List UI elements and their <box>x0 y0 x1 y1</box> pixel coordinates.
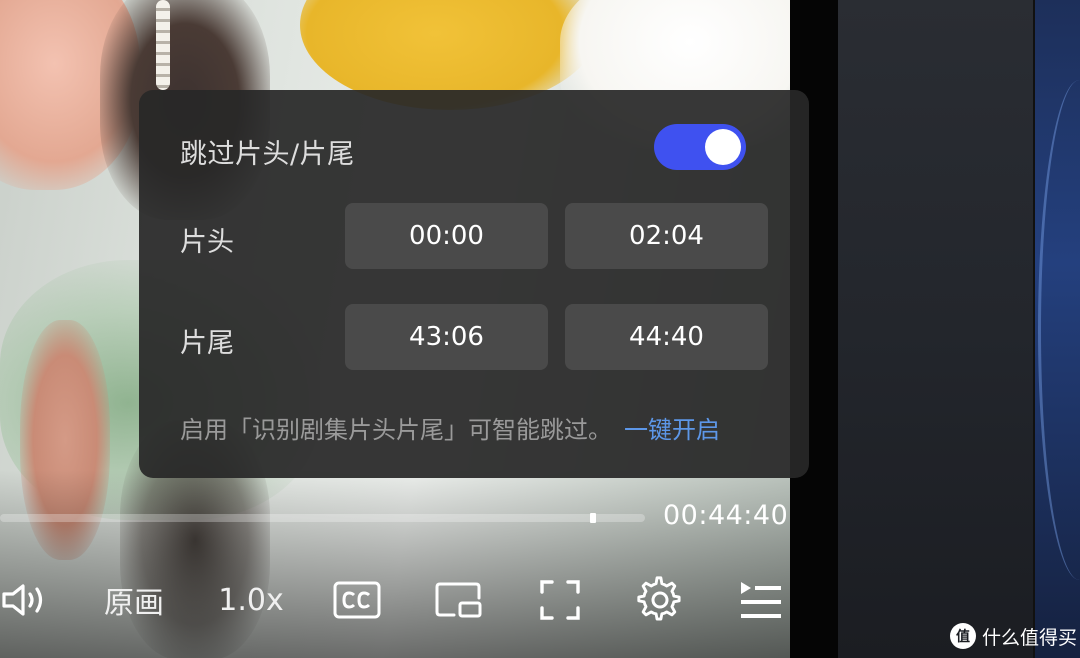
skip-panel-title: 跳过片头/片尾 <box>180 139 355 170</box>
cc-icon <box>333 581 381 619</box>
enable-detection-link[interactable]: 一键开启 <box>624 416 720 444</box>
total-duration: 00:44:40 <box>663 500 789 531</box>
toggle-knob <box>705 129 741 165</box>
playlist-button[interactable] <box>736 576 784 624</box>
fullscreen-button[interactable] <box>535 576 585 624</box>
volume-button[interactable] <box>0 576 52 624</box>
watermark: 值 什么值得买 <box>950 621 1077 651</box>
picture-in-picture-icon <box>435 582 482 618</box>
speed-button[interactable]: 1.0x <box>214 576 288 624</box>
playlist-icon <box>741 582 781 618</box>
gear-icon <box>637 576 681 621</box>
intro-label: 片头 <box>180 227 234 258</box>
controls-gradient <box>0 470 790 658</box>
outro-start-input[interactable]: 43:06 <box>345 304 548 370</box>
settings-button[interactable] <box>633 576 687 624</box>
subtitle-button[interactable] <box>331 576 383 624</box>
outro-label: 片尾 <box>180 328 234 359</box>
skip-hint-text: 启用「识别剧集片头片尾」可智能跳过。 <box>180 416 612 444</box>
progress-marker[interactable] <box>590 513 597 523</box>
quality-button[interactable]: 原画 <box>96 576 172 624</box>
video-scene-pearls <box>156 0 170 90</box>
outro-end-input[interactable]: 44:40 <box>565 304 768 370</box>
skip-intro-outro-panel: 跳过片头/片尾 片头 00:00 02:04 片尾 43:06 44:40 启用… <box>139 90 809 478</box>
side-background <box>838 0 1080 658</box>
progress-bar[interactable] <box>0 513 645 523</box>
skip-toggle-switch[interactable] <box>654 124 746 170</box>
quality-label: 原画 <box>104 586 164 621</box>
watermark-logo: 值 <box>950 623 976 649</box>
intro-start-input[interactable]: 00:00 <box>345 203 548 269</box>
speaker-icon <box>2 584 43 616</box>
watermark-text: 什么值得买 <box>982 626 1078 649</box>
speed-label: 1.0x <box>218 582 284 618</box>
skip-hint: 启用「识别剧集片头片尾」可智能跳过。 一键开启 <box>180 410 720 445</box>
fullscreen-icon <box>540 580 580 620</box>
intro-end-input[interactable]: 02:04 <box>565 203 768 269</box>
pip-button[interactable] <box>433 576 485 624</box>
